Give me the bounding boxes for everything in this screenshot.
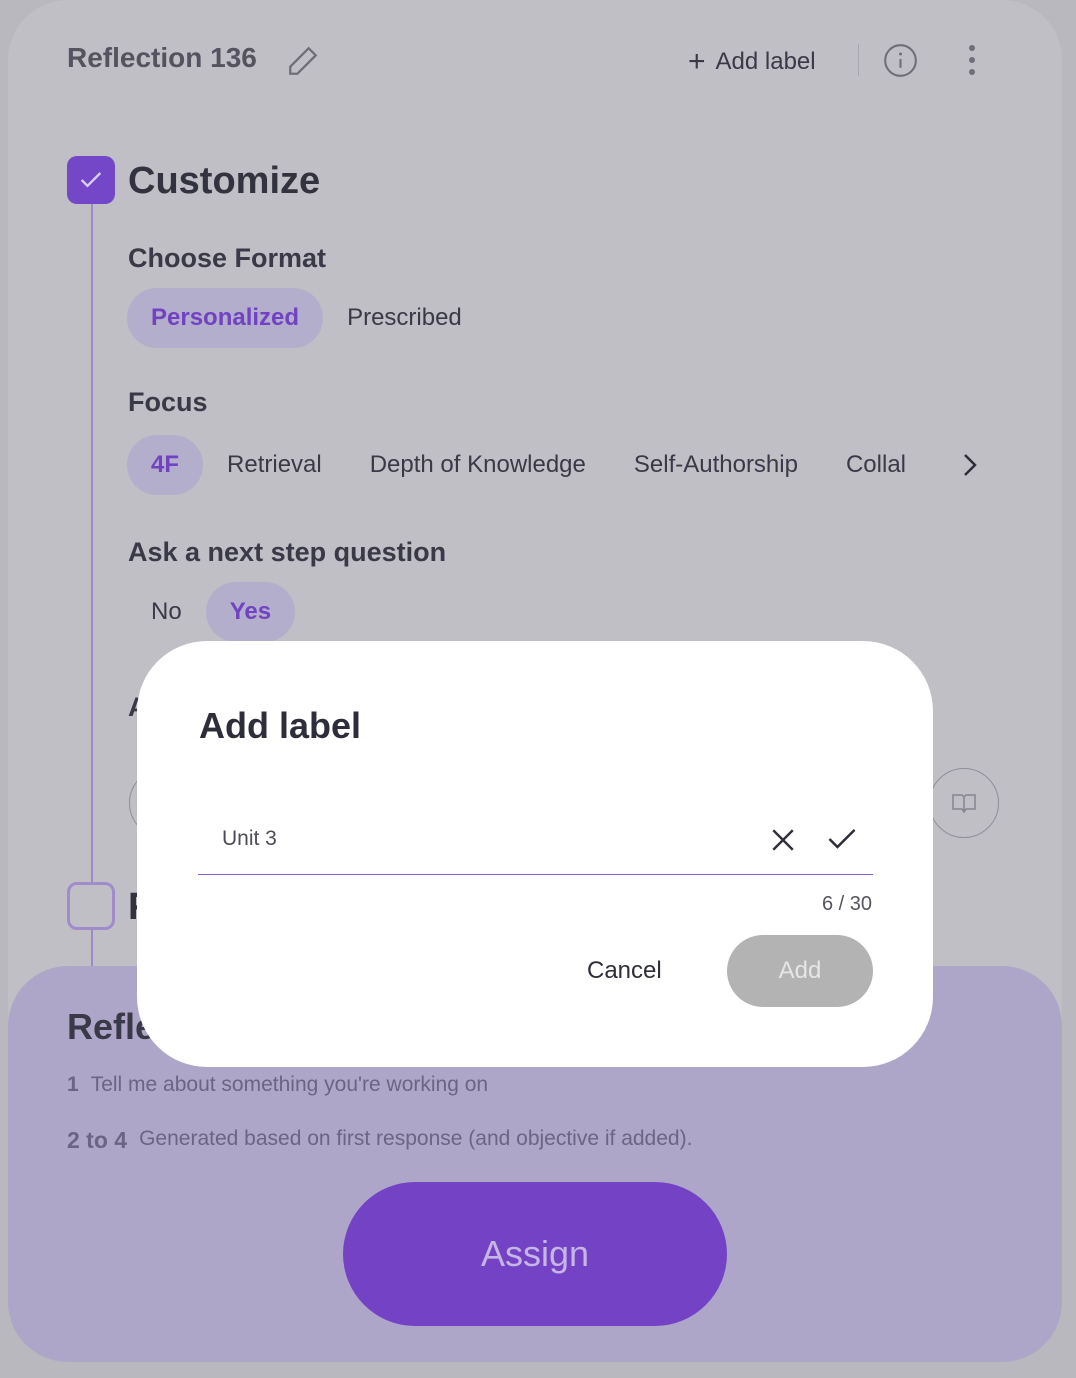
- next-step-option-yes[interactable]: Yes: [205, 582, 296, 642]
- more-menu-icon[interactable]: [962, 44, 982, 76]
- assign-button[interactable]: Assign: [343, 1182, 727, 1326]
- summary-item: 2 to 4 Generated based on first response …: [67, 1127, 692, 1154]
- divider: [858, 44, 859, 76]
- focus-option-retrieval[interactable]: Retrieval: [203, 435, 346, 495]
- format-option-prescribed[interactable]: Prescribed: [323, 288, 486, 348]
- add-button[interactable]: Add: [727, 935, 873, 1007]
- page-title: Reflection 136: [67, 42, 257, 73]
- chevron-right-icon[interactable]: [958, 452, 982, 478]
- focus-option-collaboration[interactable]: Collal: [822, 435, 930, 495]
- book-icon: [952, 794, 976, 814]
- plus-icon: +: [688, 45, 706, 78]
- format-option-personalized[interactable]: Personalized: [127, 288, 324, 348]
- focus-option-self-authorship[interactable]: Self-Authorship: [610, 435, 822, 495]
- add-label-button[interactable]: + Add label: [688, 45, 816, 79]
- clear-icon[interactable]: [770, 827, 796, 853]
- step-checkbox-checked[interactable]: [67, 156, 115, 204]
- focus-label: Focus: [128, 387, 208, 417]
- item-number: 1: [67, 1073, 79, 1096]
- next-step-label: Ask a next step question: [128, 537, 447, 567]
- section-title-customize: Customize: [128, 160, 321, 202]
- add-label-dialog: Add label Unit 3 6 / 30 Cancel Add: [137, 641, 933, 1067]
- book-button[interactable]: [929, 768, 999, 838]
- dialog-title: Add label: [199, 705, 362, 746]
- edit-pencil-icon[interactable]: [286, 44, 320, 78]
- item-text: Tell me about something you're working o…: [90, 1073, 489, 1096]
- check-icon: [80, 172, 102, 188]
- focus-option-depth-of-knowledge[interactable]: Depth of Knowledge: [346, 435, 610, 495]
- label-input-value: Unit 3: [222, 827, 277, 850]
- cancel-button[interactable]: Cancel: [587, 957, 662, 985]
- label-input[interactable]: Unit 3: [198, 801, 873, 875]
- confirm-check-icon[interactable]: [826, 825, 858, 853]
- character-counter: 6 / 30: [821, 893, 872, 915]
- summary-item: 1 Tell me about something you're working …: [67, 1073, 488, 1097]
- focus-option-4f[interactable]: 4F: [127, 435, 204, 495]
- step-checkbox-unchecked[interactable]: [67, 882, 115, 930]
- next-step-option-no[interactable]: No: [127, 582, 206, 642]
- item-text: Generated based on first response (and o…: [139, 1127, 693, 1150]
- item-number: 2 to 4: [67, 1127, 128, 1153]
- format-label: Choose Format: [128, 243, 327, 273]
- info-icon[interactable]: [883, 43, 918, 78]
- stepper-line: [91, 200, 93, 970]
